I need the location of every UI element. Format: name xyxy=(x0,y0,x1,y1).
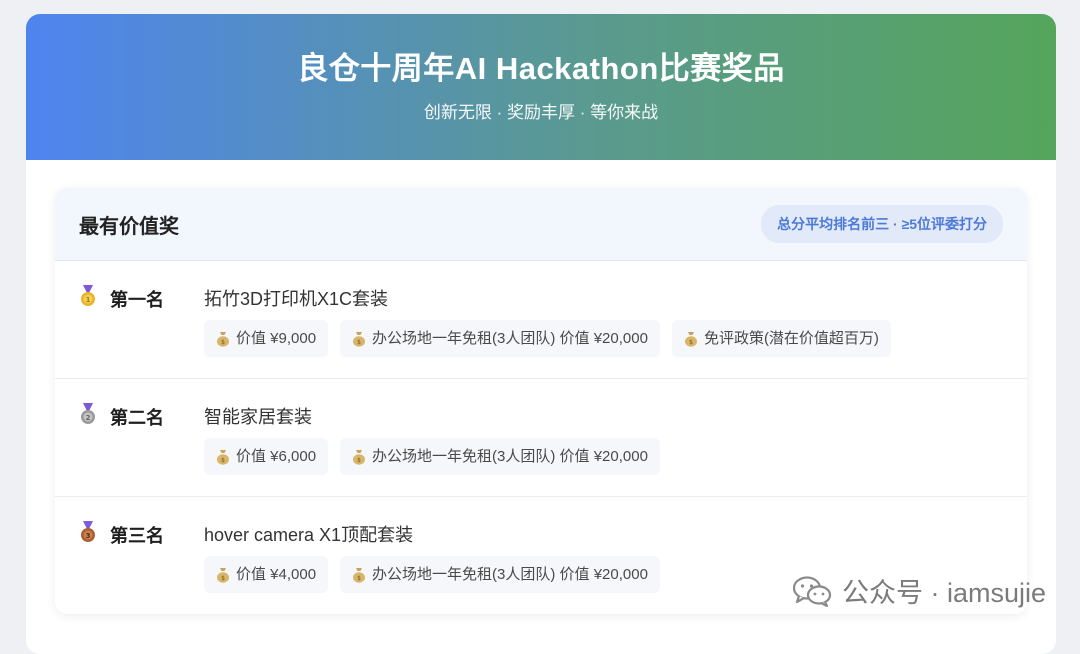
svg-text:1: 1 xyxy=(86,296,91,304)
bronze-medal-icon: 3 xyxy=(81,521,95,542)
money-bag-icon: $ xyxy=(353,567,366,583)
section-header: 最有价值奖 总分平均排名前三 · ≥5位评委打分 xyxy=(55,188,1027,261)
svg-text:$: $ xyxy=(221,457,225,464)
svg-text:$: $ xyxy=(689,339,693,346)
money-bag-icon: $ xyxy=(217,331,229,347)
prize-name: hover camera X1顶配套装 xyxy=(204,525,414,545)
money-bag-icon: $ xyxy=(217,449,229,465)
value-chips: $ 价值 ¥6,000 $ 办公场地一年免租(3人团队) 价值 ¥20,000 xyxy=(204,438,660,475)
rank-label: 第二名 xyxy=(110,408,164,428)
chip-text: 价值 ¥6,000 xyxy=(236,448,317,465)
prize-card: 良仓十周年AI Hackathon比赛奖品 创新无限 · 奖励丰厚 · 等你来战… xyxy=(26,14,1056,654)
money-bag-icon: $ xyxy=(353,331,366,347)
svg-text:3: 3 xyxy=(86,532,91,540)
money-bag-icon: $ xyxy=(684,331,697,347)
chip-text: 办公场地一年免租(3人团队) 价值 ¥20,000 xyxy=(372,330,648,347)
gold-medal-icon: 1 xyxy=(81,285,95,306)
value-chips: $ 价值 ¥9,000 $ 办公场地一年免租(3人团队) 价值 ¥20,000 … xyxy=(204,320,891,357)
rank-label: 第一名 xyxy=(110,290,164,310)
silver-medal-icon: 2 xyxy=(81,403,95,424)
money-bag-icon: $ xyxy=(353,449,366,465)
prize-row-first: 1 第一名 拓竹3D打印机X1C套装 $ 价值 ¥9,000 $ 办公场地一年免… xyxy=(55,261,1027,379)
header-banner: 良仓十周年AI Hackathon比赛奖品 创新无限 · 奖励丰厚 · 等你来战 xyxy=(26,14,1056,160)
criteria-badge: 总分平均排名前三 · ≥5位评委打分 xyxy=(761,205,1003,243)
value-chip: $ 办公场地一年免租(3人团队) 价值 ¥20,000 xyxy=(340,438,660,475)
value-chip: $ 办公场地一年免租(3人团队) 价值 ¥20,000 xyxy=(340,556,660,593)
page-subtitle: 创新无限 · 奖励丰厚 · 等你来战 xyxy=(423,103,659,122)
chip-text: 价值 ¥4,000 xyxy=(236,566,317,583)
svg-text:$: $ xyxy=(357,575,361,582)
value-chips: $ 价值 ¥4,000 $ 办公场地一年免租(3人团队) 价值 ¥20,000 xyxy=(204,556,660,593)
chip-text: 办公场地一年免租(3人团队) 价值 ¥20,000 xyxy=(372,566,648,583)
chip-text: 价值 ¥9,000 xyxy=(236,330,317,347)
chip-text: 办公场地一年免租(3人团队) 价值 ¥20,000 xyxy=(372,448,648,465)
prize-name: 拓竹3D打印机X1C套装 xyxy=(204,289,389,309)
value-chip: $ 办公场地一年免租(3人团队) 价值 ¥20,000 xyxy=(340,320,660,357)
prize-name: 智能家居套装 xyxy=(204,407,312,427)
section-title: 最有价值奖 xyxy=(79,215,179,238)
svg-text:2: 2 xyxy=(86,414,91,422)
money-bag-icon: $ xyxy=(217,567,229,583)
value-chip: $ 价值 ¥4,000 xyxy=(204,556,329,593)
svg-text:$: $ xyxy=(357,339,361,346)
svg-text:$: $ xyxy=(221,575,225,582)
svg-text:$: $ xyxy=(357,457,361,464)
value-chip: $ 价值 ¥6,000 xyxy=(204,438,329,475)
chip-text: 免评政策(潜在价值超百万) xyxy=(703,330,879,347)
value-chip: $ 免评政策(潜在价值超百万) xyxy=(671,320,891,357)
watermark: 公众号 · iamsujie xyxy=(792,571,1046,610)
watermark-text: 公众号 · iamsujie xyxy=(841,578,1046,608)
rank-label: 第三名 xyxy=(110,526,164,546)
award-section: 最有价值奖 总分平均排名前三 · ≥5位评委打分 1 第一名 拓竹3D打印机X1… xyxy=(55,188,1027,614)
prize-row-second: 2 第二名 智能家居套装 $ 价值 ¥6,000 $ 办公场地一年免租(3人团队… xyxy=(55,379,1027,497)
wechat-icon xyxy=(792,575,832,607)
page-title: 良仓十周年AI Hackathon比赛奖品 xyxy=(297,51,785,86)
svg-text:$: $ xyxy=(221,339,225,346)
value-chip: $ 价值 ¥9,000 xyxy=(204,320,329,357)
